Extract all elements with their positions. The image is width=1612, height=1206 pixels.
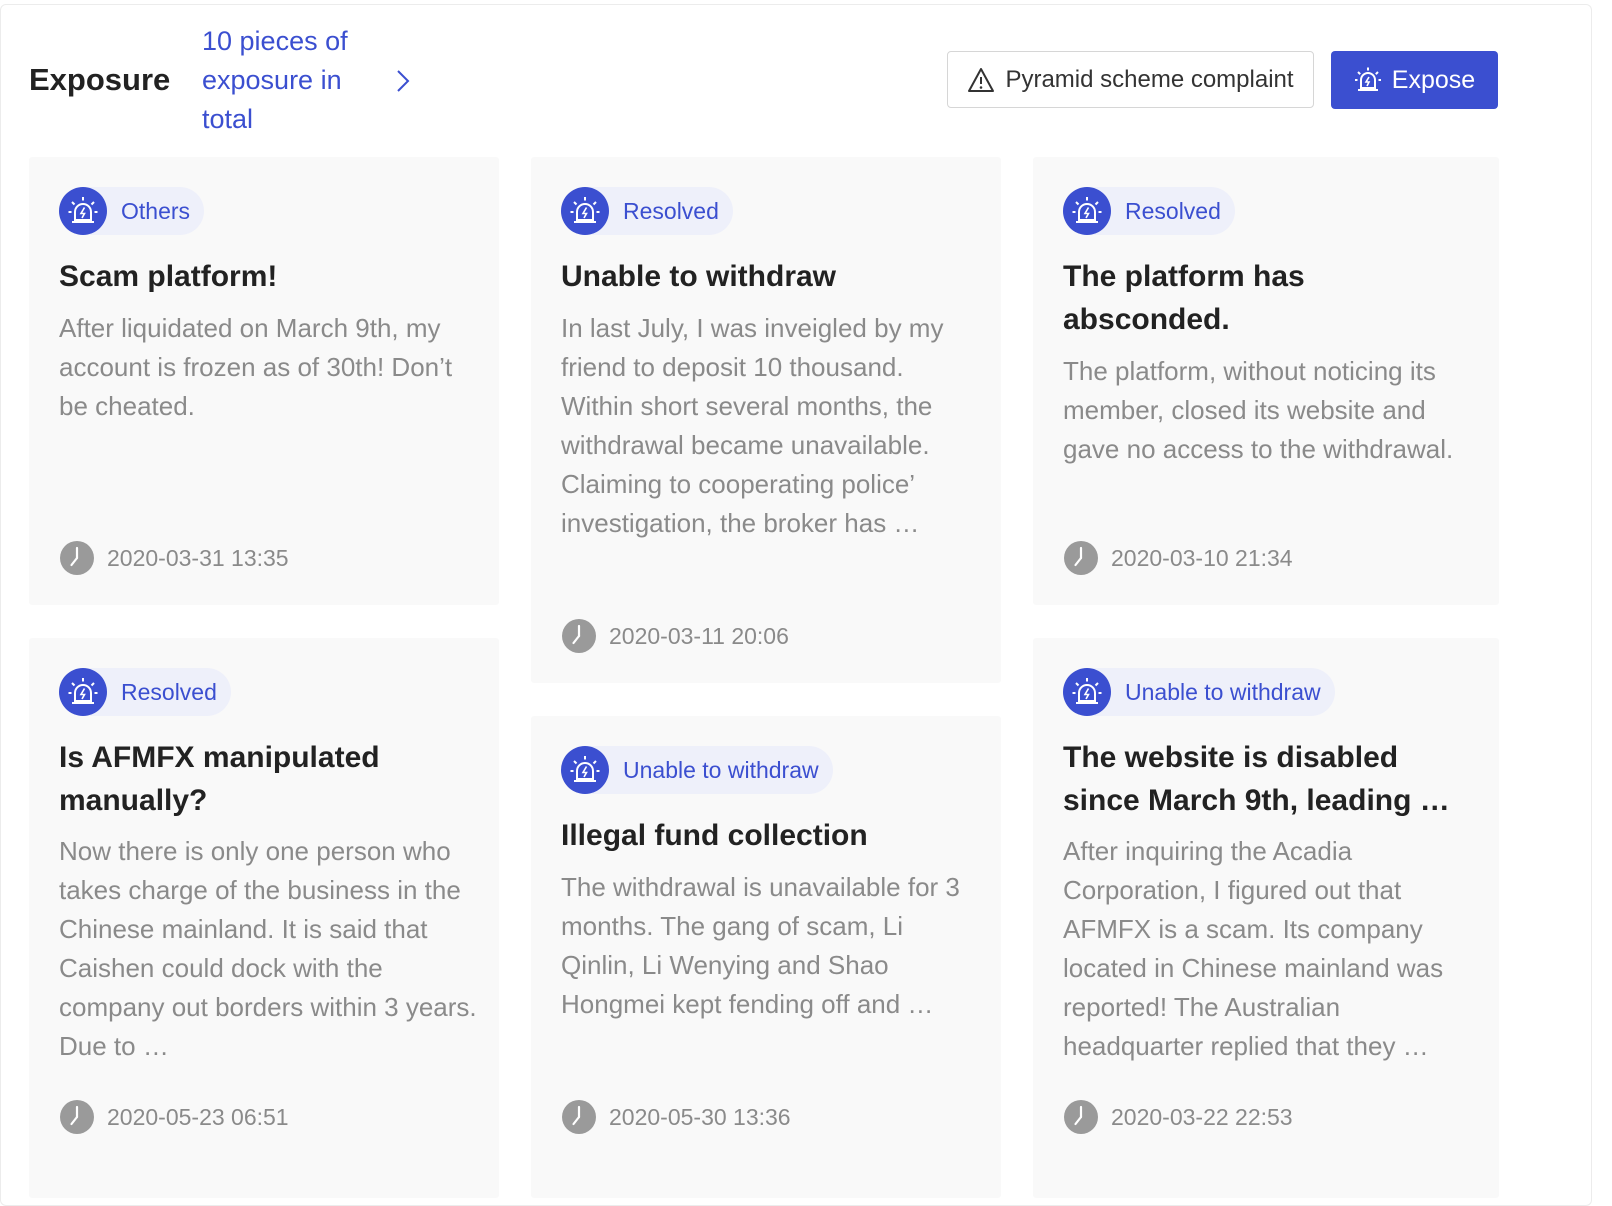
card-summary: In last July, I was inveigled by my frie… [561,313,944,538]
card-summary: The platform, without noticing its membe… [1063,356,1454,464]
exposure-card[interactable]: Resolved Is AFMFX manipulated manually? … [29,638,499,1198]
card-title: Is AFMFX manipulated manually? [59,741,380,817]
exposure-card[interactable]: Resolved Unable to withdraw In last July… [531,157,1001,683]
tag-label: Unable to withdraw [623,756,819,783]
clock-icon [562,619,596,653]
section-title: Exposure [29,62,171,97]
card-title: The platform has absconded. [1063,260,1305,336]
category-tag: Others [59,187,205,235]
alarm-icon [1354,67,1381,91]
category-tag: Unable to withdraw [561,746,833,794]
tag-label: Resolved [1125,197,1221,224]
clock-icon [60,541,94,575]
alarm-badge-icon [561,187,609,235]
card-timestamp: 2020-03-22 22:53 [1063,1099,1293,1135]
alarm-badge-icon [59,187,107,235]
warning-icon [968,67,995,92]
alarm-badge-icon [59,668,107,716]
complaint-button-label: Pyramid scheme complaint [1005,65,1294,93]
category-tag: Unable to withdraw [1063,668,1335,716]
category-tag: Resolved [1063,187,1235,235]
card-timestamp: 2020-05-23 06:51 [59,1099,289,1135]
card-summary: After inquiring the Acadia Corporation, … [1063,836,1444,1061]
card-timestamp: 2020-03-10 21:34 [1063,540,1293,576]
card-timestamp: 2020-03-11 20:06 [561,618,789,654]
timestamp-text: 2020-03-22 22:53 [1111,1103,1293,1130]
category-tag: Resolved [59,668,231,716]
expose-button[interactable]: Expose [1331,51,1498,109]
category-tag: Resolved [561,187,733,235]
card-title: The website is disabled since March 9th,… [1063,741,1450,817]
timestamp-text: 2020-03-10 21:34 [1111,544,1293,571]
tag-label: Resolved [121,678,217,705]
timestamp-text: 2020-03-31 13:35 [107,544,289,571]
exposure-card[interactable]: Unable to withdraw The website is disabl… [1033,638,1499,1198]
timestamp-text: 2020-05-23 06:51 [107,1103,289,1130]
exposure-card[interactable]: Resolved The platform has absconded. The… [1033,157,1499,605]
alarm-badge-icon [1063,187,1111,235]
card-summary: After liquidated on March 9th, my accoun… [59,313,453,421]
card-title: Unable to withdraw [561,260,837,293]
card-timestamp: 2020-05-30 13:36 [561,1099,791,1135]
card-title: Scam platform! [59,260,278,293]
card-summary: The withdrawal is unavailable for 3 mont… [561,872,960,1019]
pyramid-scheme-complaint-button[interactable]: Pyramid scheme complaint [947,51,1314,108]
card-title: Illegal fund collection [561,819,868,852]
exposure-card[interactable]: Others Scam platform! After liquidated o… [29,157,499,605]
clock-icon [60,1100,94,1134]
alarm-badge-icon [561,746,609,794]
chevron-right-icon[interactable] [392,68,414,94]
clock-icon [1064,541,1098,575]
timestamp-text: 2020-05-30 13:36 [609,1103,791,1130]
tag-label: Others [121,197,191,224]
tag-label: Resolved [623,197,719,224]
expose-button-label: Expose [1391,65,1476,94]
exposure-card[interactable]: Unable to withdraw Illegal fund collecti… [531,716,1001,1198]
tag-label: Unable to withdraw [1125,678,1321,705]
alarm-badge-icon [1063,668,1111,716]
timestamp-text: 2020-03-11 20:06 [609,622,789,649]
card-timestamp: 2020-03-31 13:35 [59,540,289,576]
clock-icon [562,1100,596,1134]
exposure-count-link[interactable]: 10 pieces of exposure in total [202,22,382,139]
card-summary: Now there is only one person who takes c… [59,836,477,1061]
clock-icon [1064,1100,1098,1134]
